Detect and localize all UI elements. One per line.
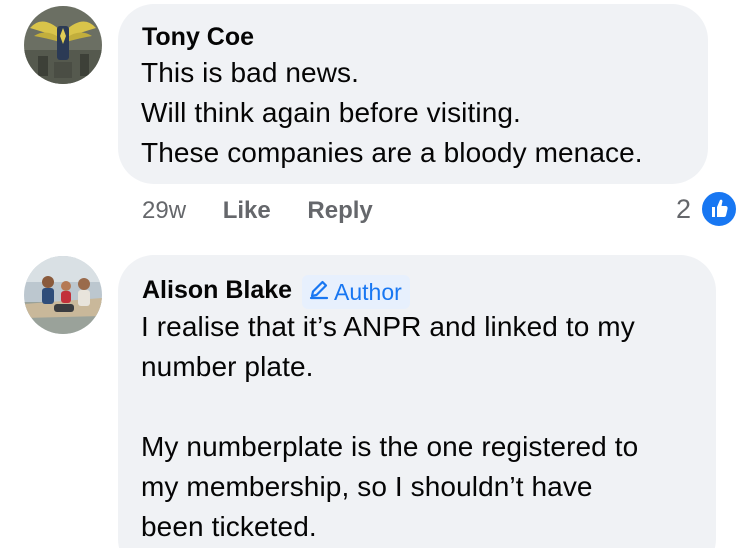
pencil-icon (308, 275, 330, 309)
comment-bubble: Alison Blake Author I realise that it’s … (118, 255, 716, 548)
comment-timestamp[interactable]: 29w (142, 197, 186, 224)
comment-bubble: Tony Coe This is bad news. Will think ag… (118, 4, 708, 184)
comment-text-line: This is bad news. (141, 57, 360, 88)
comment-text-line: my membership, so I shouldn’t have (141, 471, 593, 502)
like-button[interactable]: Like (223, 197, 271, 224)
thumbs-up-icon[interactable] (700, 190, 738, 228)
comment-text-line: My numberplate is the one registered to (141, 431, 639, 462)
commenter-avatar[interactable] (24, 6, 102, 84)
comment-actions: 29w Like Reply (142, 196, 373, 226)
reply-button[interactable]: Reply (307, 197, 372, 224)
commenter-name[interactable]: Alison Blake (142, 275, 292, 305)
comment-text-line: number plate. (141, 351, 314, 382)
reaction-count[interactable]: 2 (676, 194, 691, 224)
family-photo-avatar (24, 256, 102, 334)
author-badge: Author (302, 275, 410, 309)
author-badge-label: Author (334, 279, 402, 305)
winged-emblem-avatar (24, 6, 102, 84)
comment-text-line: been ticketed. (141, 511, 317, 542)
comment-text-line: These companies are a bloody menace. (141, 137, 643, 168)
comment-text-line: Will think again before visiting. (141, 97, 521, 128)
commenter-avatar[interactable] (24, 256, 102, 334)
comments-thread: Tony Coe This is bad news. Will think ag… (0, 0, 750, 548)
commenter-name[interactable]: Tony Coe (142, 22, 254, 52)
comment-text-line: I realise that it’s ANPR and linked to m… (141, 311, 635, 342)
